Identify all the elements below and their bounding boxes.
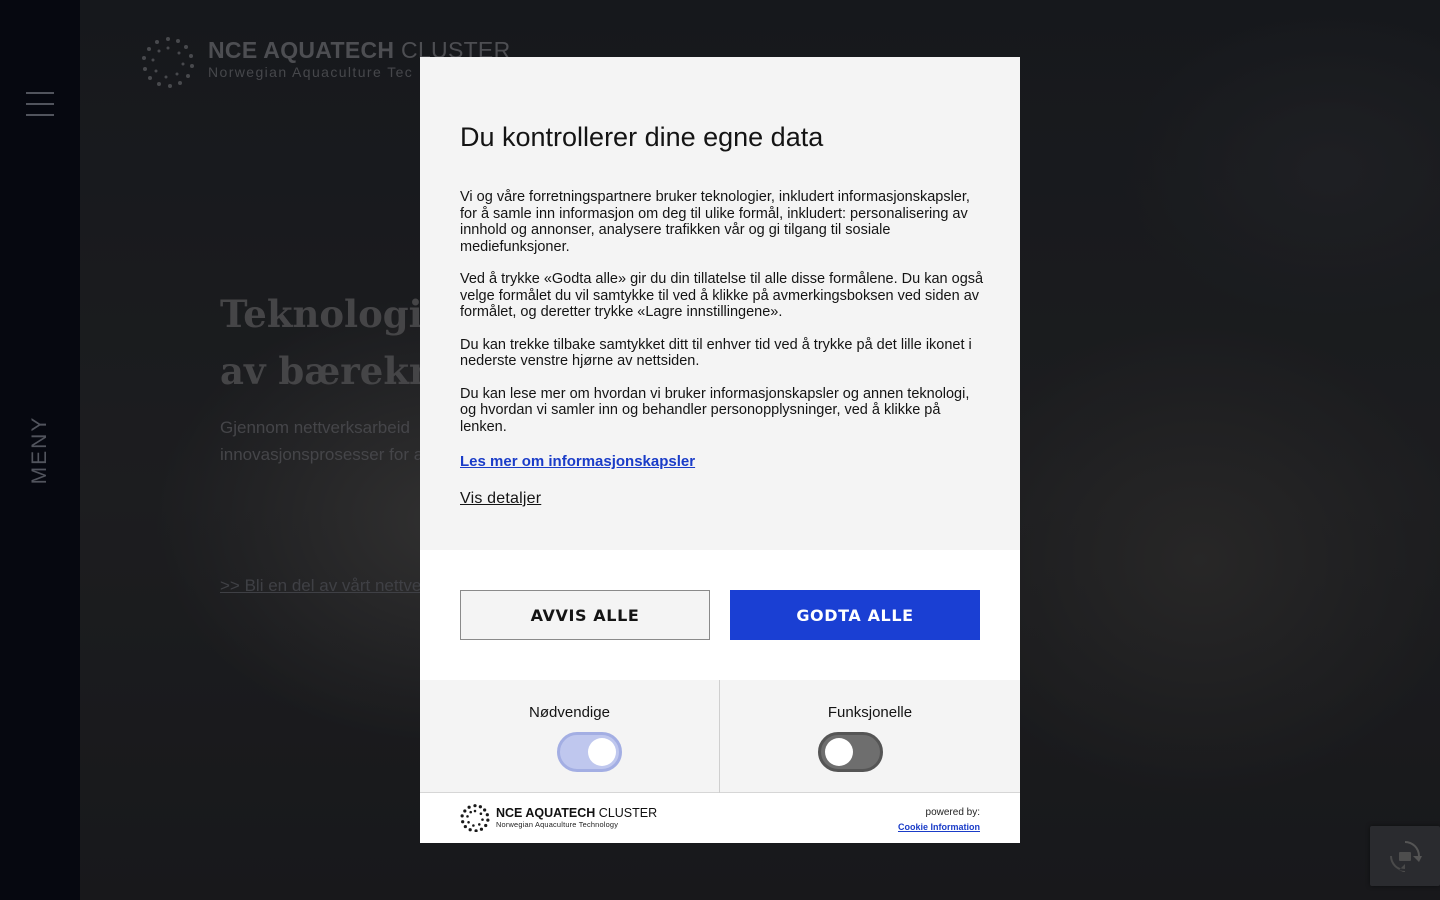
logo-dot-ring-icon — [460, 804, 490, 832]
cookie-consent-dialog: Du kontrollerer dine egne data Vi og vår… — [420, 57, 1020, 843]
footer-logo: NCE AQUATECH CLUSTER Norwegian Aquacultu… — [460, 804, 657, 832]
consent-paragraph: Vi og våre forretningspartnere bruker te… — [460, 189, 970, 255]
consent-paragraph: Du kan trekke tilbake samtykket ditt til… — [460, 336, 972, 370]
consent-info-section: Du kontrollerer dine egne data Vi og vår… — [420, 57, 1020, 550]
recaptcha-badge[interactable] — [1370, 826, 1440, 886]
category-label: Nødvendige — [529, 704, 610, 721]
powered-by: powered by: Cookie Information — [898, 806, 980, 834]
accept-all-button[interactable]: GODTA ALLE — [730, 590, 980, 640]
dialog-footer: NCE AQUATECH CLUSTER Norwegian Aquacultu… — [420, 793, 1020, 843]
reject-all-button[interactable]: AVVIS ALLE — [460, 590, 710, 640]
learn-more-cookies-link[interactable]: Les mer om informasjonskapsler — [460, 453, 695, 470]
category-functional: Funksjonelle — [720, 680, 1020, 793]
consent-button-bar: AVVIS ALLE GODTA ALLE — [420, 550, 1020, 680]
toggle-knob — [825, 738, 853, 766]
functional-toggle[interactable] — [818, 732, 883, 772]
show-details-link[interactable]: Vis detaljer — [460, 490, 541, 508]
cookie-information-link[interactable]: Cookie Information — [898, 820, 980, 834]
category-necessary: Nødvendige — [420, 680, 720, 793]
footer-logo-subtitle: Norwegian Aquaculture Technology — [496, 820, 619, 829]
consent-description: Vi og våre forretningspartnere bruker te… — [460, 189, 984, 451]
footer-logo-title: NCE AQUATECH CLUSTER — [496, 806, 658, 820]
category-label: Funksjonelle — [827, 704, 913, 721]
consent-categories: Nødvendige Funksjonelle — [420, 680, 1020, 793]
recaptcha-icon — [1390, 841, 1422, 872]
consent-paragraph: Ved å trykke «Godta alle» gir du din til… — [460, 271, 984, 320]
toggle-knob — [588, 738, 616, 766]
powered-by-label: powered by: — [925, 807, 980, 818]
necessary-toggle — [557, 732, 622, 772]
dialog-title: Du kontrollerer dine egne data — [460, 122, 824, 152]
consent-paragraph: Du kan lese mer om hvordan vi bruker inf… — [460, 385, 970, 435]
